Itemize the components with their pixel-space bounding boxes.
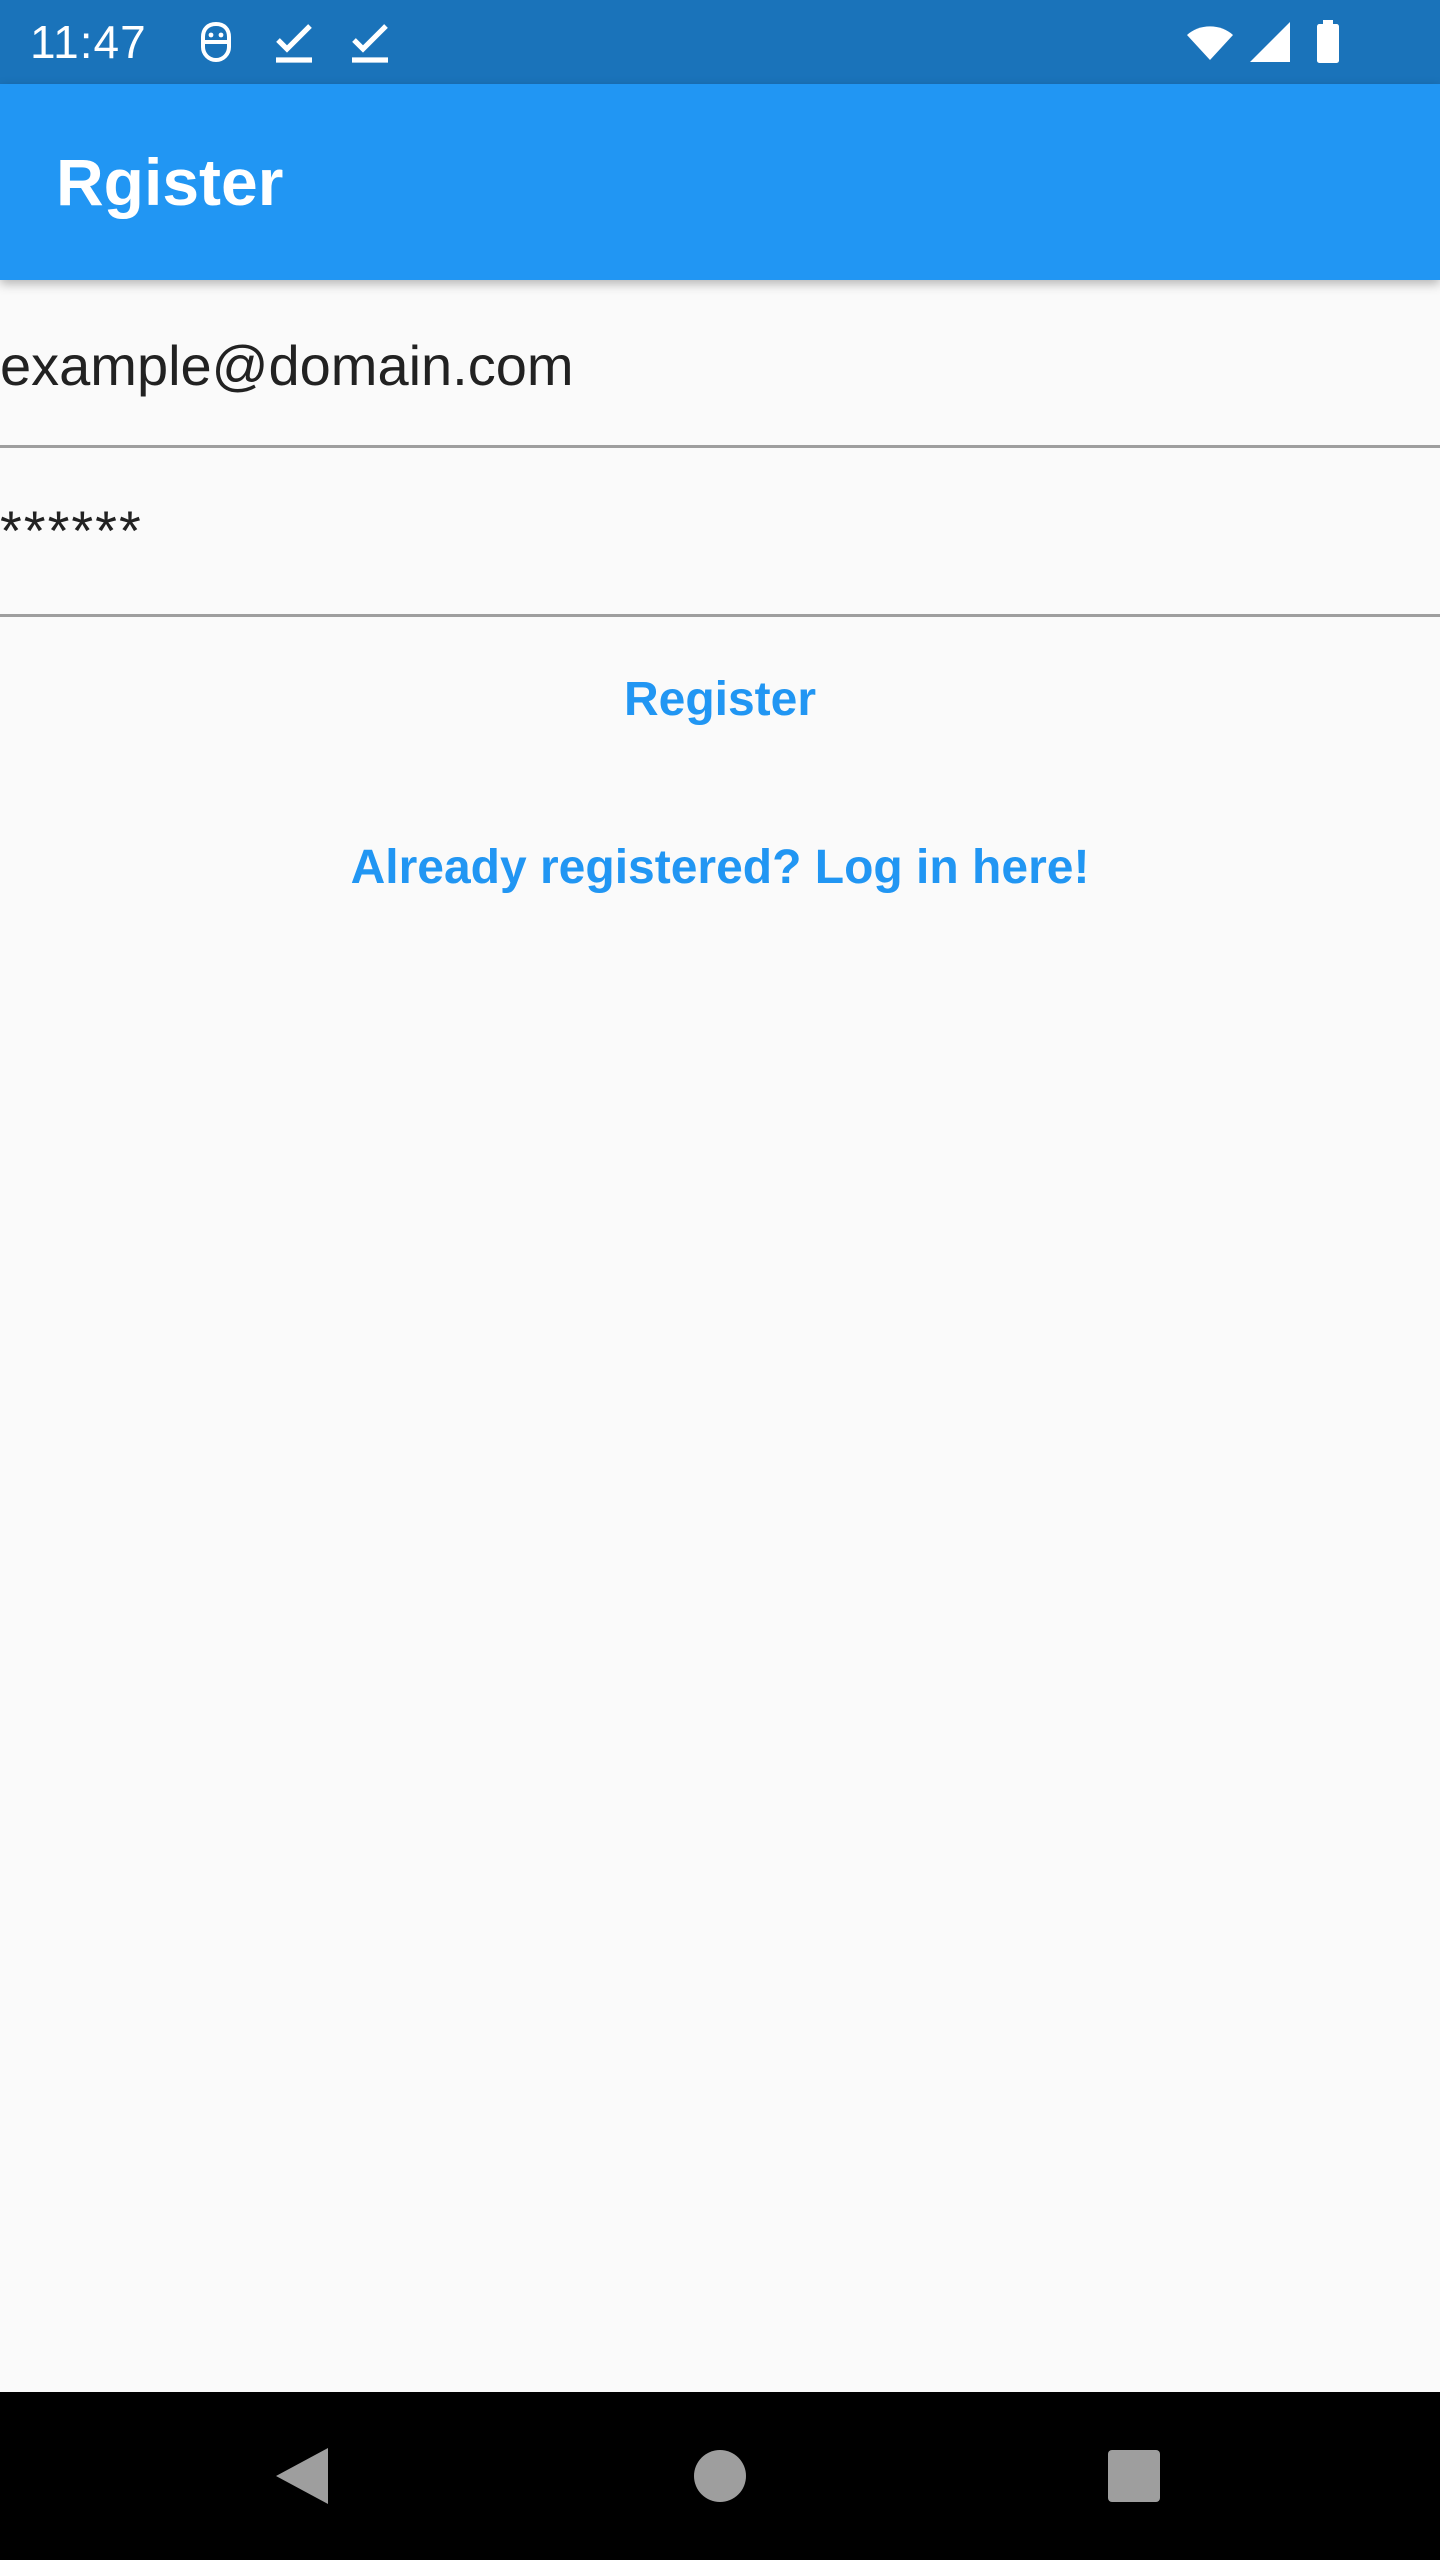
checkmark-icon bbox=[270, 18, 318, 66]
page-title: Rgister bbox=[56, 145, 284, 219]
register-button[interactable]: Register bbox=[0, 660, 1440, 740]
navigation-bar bbox=[0, 2392, 1440, 2560]
password-field-container bbox=[0, 448, 1440, 617]
face-icon bbox=[192, 18, 240, 66]
recents-icon[interactable] bbox=[1094, 2436, 1174, 2516]
email-field[interactable] bbox=[0, 325, 1440, 405]
status-time: 11:47 bbox=[30, 16, 147, 68]
battery-icon bbox=[1304, 18, 1352, 66]
signal-icon bbox=[1246, 18, 1294, 66]
back-icon[interactable] bbox=[260, 2436, 340, 2516]
app-bar: Rgister bbox=[0, 84, 1440, 280]
register-screen: 11:47 Rgister example@domain.com ****** … bbox=[0, 0, 1440, 2560]
password-field[interactable] bbox=[0, 490, 1440, 570]
home-icon[interactable] bbox=[680, 2436, 760, 2516]
checkmark-icon bbox=[346, 18, 394, 66]
wifi-icon bbox=[1186, 18, 1234, 66]
email-field-container bbox=[0, 280, 1440, 448]
status-bar: 11:47 bbox=[0, 0, 1440, 84]
login-link-button[interactable]: Already registered? Log in here! bbox=[0, 828, 1440, 908]
